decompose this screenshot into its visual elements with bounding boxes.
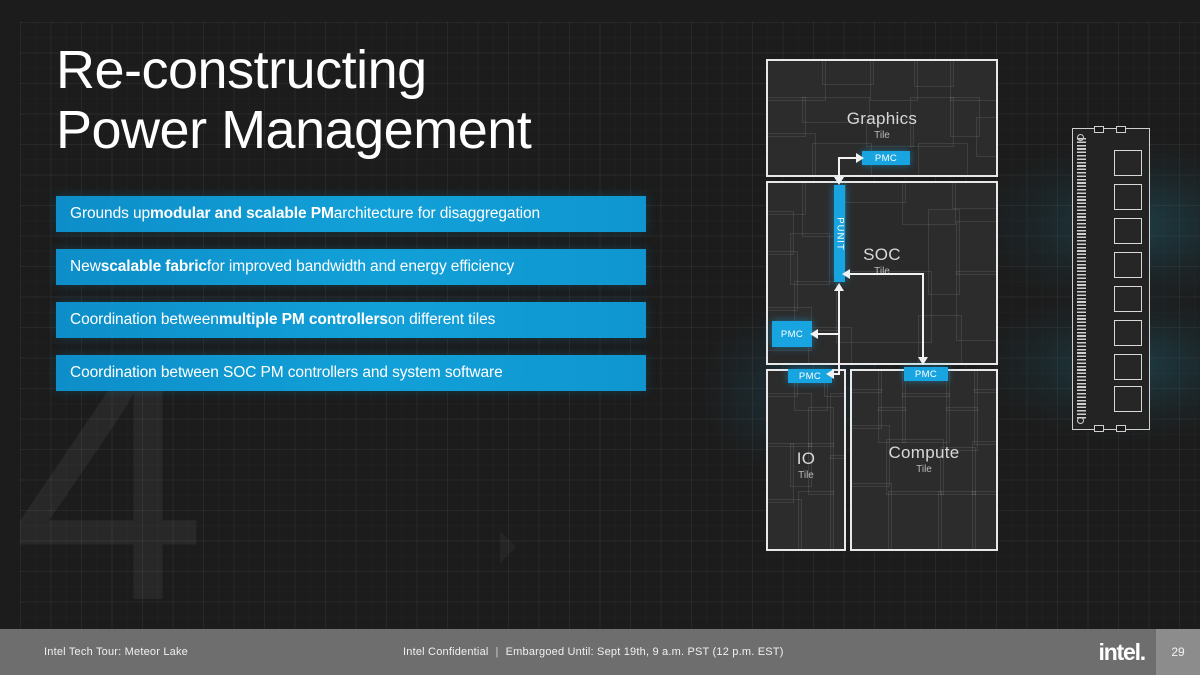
arrowhead-into-punit-right	[842, 269, 850, 279]
bullet-1-post: architecture for disaggregation	[333, 205, 541, 222]
bullet-2-pre: New	[70, 258, 101, 275]
dimm-chip	[1114, 218, 1142, 244]
bullet-2-bold: scalable fabric	[100, 258, 207, 275]
dimm-chip	[1114, 320, 1142, 346]
bullet-bar-2[interactable]: New scalable fabric for improved bandwid…	[56, 249, 646, 285]
pmc-soc[interactable]: PMC	[772, 321, 812, 347]
slide-canvas: 4 Re-constructing Power Management Groun…	[0, 0, 1200, 675]
bullet-1-bold: modular and scalable PM	[150, 205, 334, 222]
bullet-bar-3[interactable]: Coordination between multiple PM control…	[56, 302, 646, 338]
dimm-pin-contacts	[1077, 138, 1086, 420]
dimm-chip	[1114, 354, 1142, 380]
footer-bar: Intel Tech Tour: Meteor Lake Intel Confi…	[0, 629, 1200, 675]
tile-compute[interactable]: Compute Tile	[850, 369, 998, 551]
connector-compute-to-punit-v	[922, 273, 924, 361]
dimm-chip	[1114, 252, 1142, 278]
intel-logo: intel.	[1098, 638, 1147, 666]
connector-punit-to-graphics-h	[838, 157, 858, 159]
dimm-chip	[1114, 150, 1142, 176]
arrowhead-to-io-pmc	[826, 369, 834, 379]
intel-logo-text: intel	[1098, 638, 1141, 665]
page-number: 29	[1156, 629, 1200, 675]
arrowhead-into-punit-bottom	[834, 283, 844, 291]
footer-separator: |	[495, 646, 499, 658]
footer-confidential: Intel Confidential	[403, 646, 489, 658]
footer-deck-title: Intel Tech Tour: Meteor Lake	[44, 646, 188, 658]
dimm-notch-top-2	[1116, 126, 1126, 133]
bullet-4-pre: Coordination between SOC PM controllers …	[70, 364, 503, 381]
punit-block[interactable]: PUNIT	[834, 185, 845, 282]
tile-io[interactable]: IO Tile	[766, 369, 846, 551]
pmc-compute[interactable]: PMC	[904, 367, 948, 381]
dimm-notch-top-1	[1094, 126, 1104, 133]
dimm-hole-bottom	[1077, 417, 1084, 424]
connector-compute-to-punit-h	[850, 273, 924, 275]
footer-embargo: Embargoed Until: Sept 19th, 9 a.m. PST (…	[505, 646, 784, 658]
connector-punit-to-graphics-v	[838, 157, 840, 179]
page-title: Re-constructing Power Management	[56, 40, 532, 161]
dimm-hole-top	[1077, 134, 1084, 141]
intel-logo-dot: .	[1139, 638, 1146, 665]
bullet-3-post: on different tiles	[387, 311, 496, 328]
bullet-3-pre: Coordination between	[70, 311, 219, 328]
dimm-chip	[1114, 286, 1142, 312]
bullet-1-pre: Grounds up	[70, 205, 150, 222]
memory-dimm-module[interactable]	[1072, 126, 1150, 432]
dimm-chip	[1114, 386, 1142, 412]
bullet-bar-4[interactable]: Coordination between SOC PM controllers …	[56, 355, 646, 391]
chip-architecture-diagram: Graphics Tile SOC Tile IO Tile Compute T…	[766, 59, 998, 551]
arrowhead-to-graphics-pmc	[856, 153, 864, 163]
bullet-3-bold: multiple PM controllers	[218, 311, 388, 328]
arrowhead-into-punit-top	[834, 177, 844, 185]
bullet-2-post: for improved bandwidth and energy effici…	[206, 258, 515, 275]
pmc-graphics[interactable]: PMC	[862, 151, 910, 165]
play-triangle-icon	[500, 531, 516, 563]
bullet-list: Grounds up modular and scalable PM archi…	[56, 196, 646, 408]
arrowhead-to-soc-pmc	[810, 329, 818, 339]
dimm-notch-bottom-2	[1116, 425, 1126, 432]
dimm-chip	[1114, 184, 1142, 210]
bullet-bar-1[interactable]: Grounds up modular and scalable PM archi…	[56, 196, 646, 232]
footer-confidential-notice: Intel Confidential | Embargoed Until: Se…	[403, 646, 784, 658]
arrowhead-to-compute-pmc	[918, 357, 928, 365]
dimm-notch-bottom-1	[1094, 425, 1104, 432]
